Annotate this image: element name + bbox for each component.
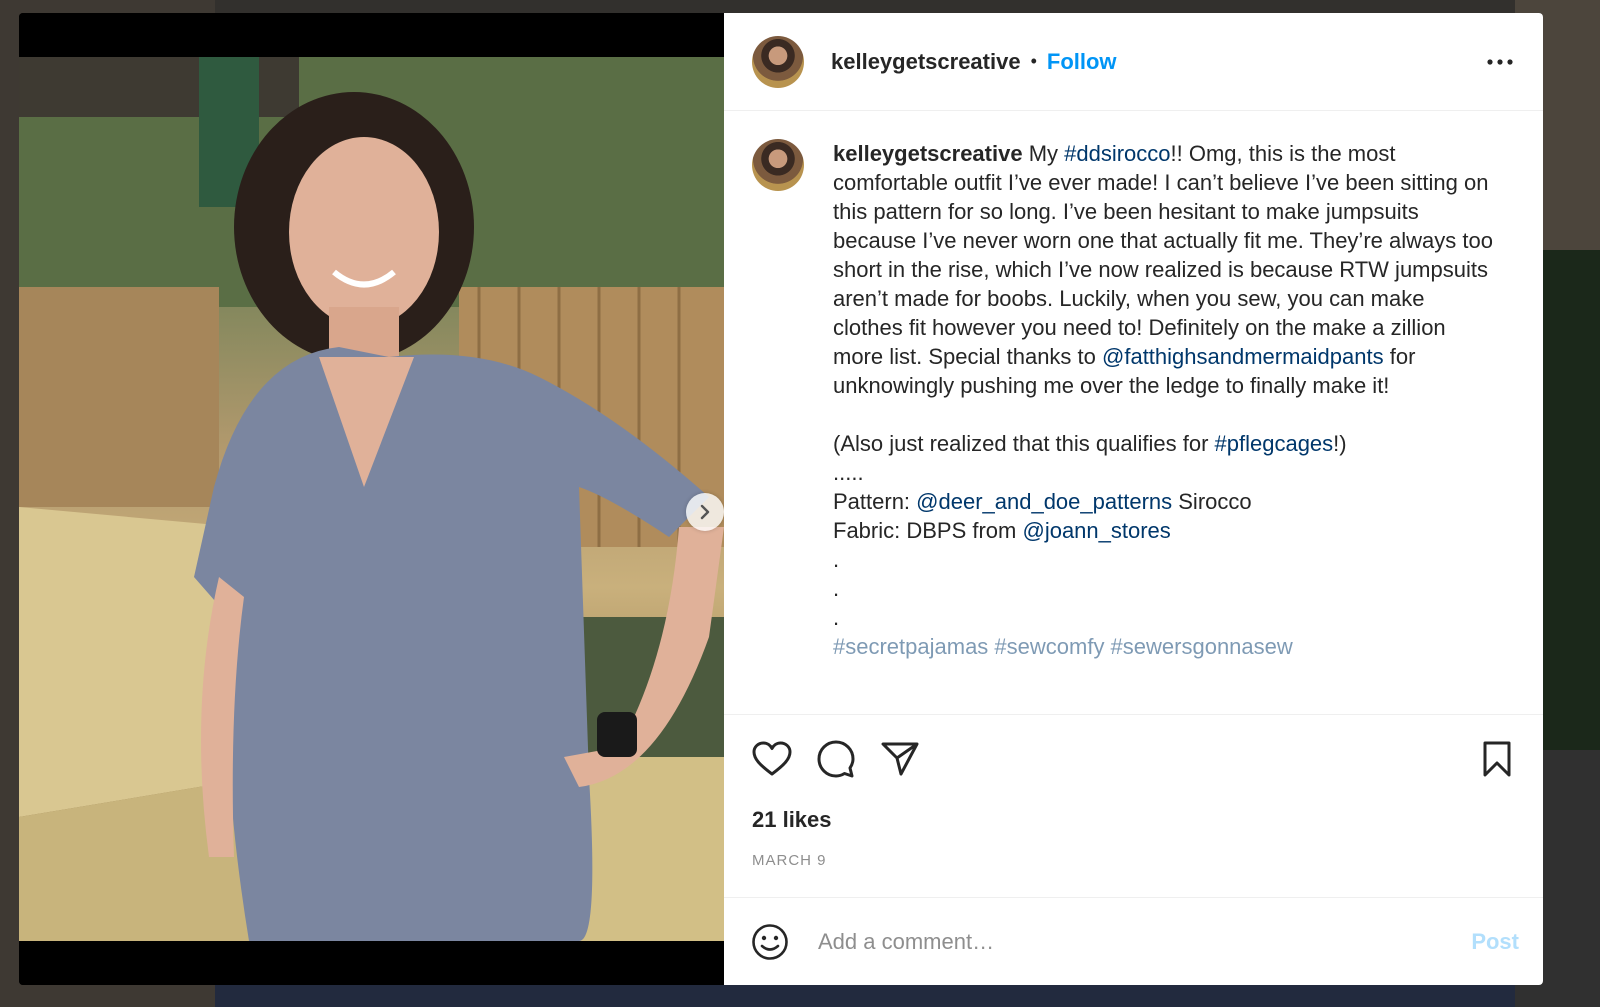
carousel-next-button[interactable] <box>686 493 724 531</box>
comment-bubble-icon <box>817 740 855 778</box>
hashtag-link[interactable]: #ddsirocco <box>1064 141 1170 166</box>
caption-text: kelleygetscreative My #ddsirocco!! Omg, … <box>833 139 1493 714</box>
more-options-button[interactable] <box>1485 47 1515 77</box>
heart-icon <box>752 741 792 776</box>
post-media <box>19 13 724 985</box>
caption-text-part: !! Omg, this is the most comfortable out… <box>833 141 1500 369</box>
like-button[interactable] <box>750 737 794 781</box>
share-button[interactable] <box>878 737 922 781</box>
photo-illustration <box>19 57 724 941</box>
action-bar <box>724 715 1543 803</box>
post-modal: kelleygetscreative • Follow kelleygetscr… <box>19 13 1543 985</box>
post-header: kelleygetscreative • Follow <box>724 13 1543 111</box>
avatar[interactable] <box>752 35 804 88</box>
post-details-panel: kelleygetscreative • Follow kelleygetscr… <box>724 13 1543 985</box>
more-dots-icon <box>1487 58 1513 65</box>
mention-link[interactable]: @joann_stores <box>1022 518 1170 543</box>
paper-plane-icon <box>881 742 919 776</box>
caption-text-part: My <box>1022 141 1065 166</box>
comment-input[interactable] <box>816 927 1472 956</box>
mention-link[interactable]: @deer_and_doe_patterns <box>916 489 1172 514</box>
bookmark-icon <box>1483 741 1511 777</box>
likes-count[interactable]: 21 likes <box>724 803 1543 837</box>
save-button[interactable] <box>1475 737 1519 781</box>
follow-button[interactable]: Follow <box>1047 49 1117 75</box>
post-photo[interactable] <box>19 57 724 941</box>
chevron-right-icon <box>700 504 710 520</box>
emoji-button[interactable] <box>750 922 790 962</box>
header-separator: • <box>1030 51 1037 71</box>
comment-bar: Post <box>724 897 1543 985</box>
mention-link[interactable]: @fatthighsandmermaidpants <box>1102 344 1384 369</box>
caption-area[interactable]: kelleygetscreative My #ddsirocco!! Omg, … <box>724 111 1543 715</box>
post-comment-button[interactable]: Post <box>1471 929 1519 955</box>
post-date[interactable]: MARCH 9 <box>724 841 1543 881</box>
header-username[interactable]: kelleygetscreative <box>831 49 1021 75</box>
caption-text-part: . . . <box>833 547 840 630</box>
comment-button[interactable] <box>814 737 858 781</box>
hashtag-list[interactable]: #secretpajamas #sewcomfy #sewersgonnasew <box>833 634 1293 659</box>
emoji-icon <box>752 923 788 960</box>
caption-username[interactable]: kelleygetscreative <box>833 141 1023 166</box>
hashtag-link[interactable]: #pflegcages <box>1215 431 1334 456</box>
caption-avatar[interactable] <box>752 139 804 191</box>
